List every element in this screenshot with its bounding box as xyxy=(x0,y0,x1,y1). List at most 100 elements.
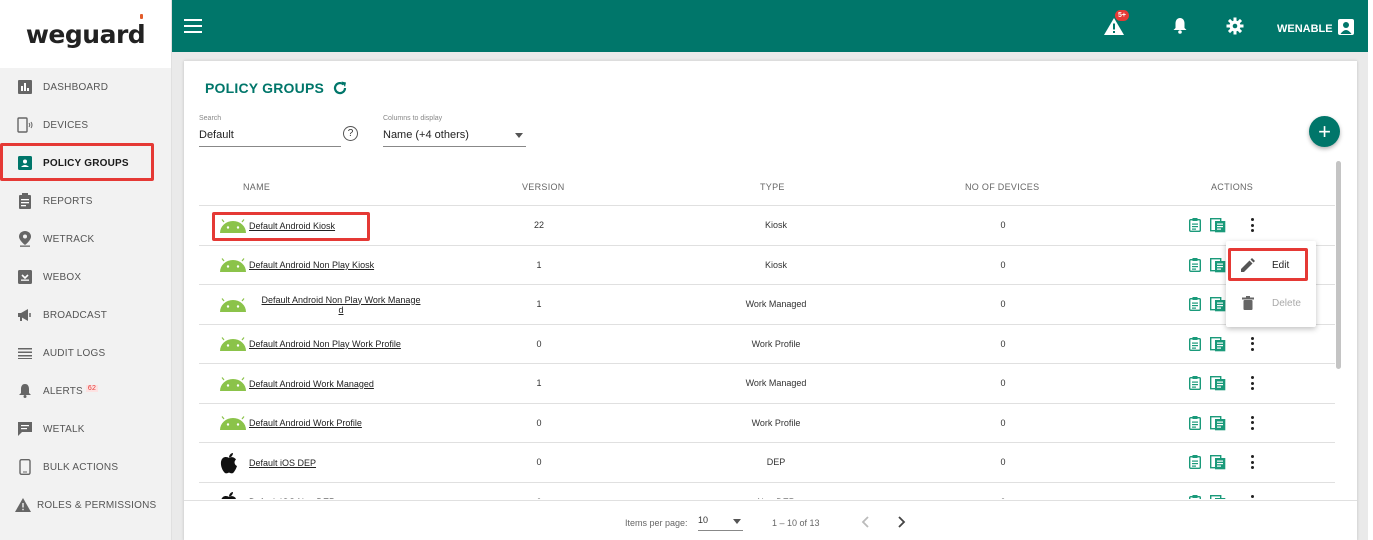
menu-toggle-icon[interactable] xyxy=(184,19,202,33)
columns-select[interactable]: Name (+4 others) xyxy=(383,127,526,147)
policy-group-name-link[interactable]: Default Android Work Profile xyxy=(249,418,362,428)
more-actions-icon[interactable] xyxy=(1250,336,1254,351)
pencil-icon xyxy=(1240,258,1256,272)
clone-policy-icon[interactable] xyxy=(1209,415,1226,436)
devices-cell: 0 xyxy=(1000,299,1006,310)
policy-group-name-link[interactable]: Default iOS Non DEP xyxy=(249,497,335,499)
alert-warning-icon[interactable]: 5+ xyxy=(1104,10,1129,36)
avatar-icon xyxy=(1337,19,1354,38)
type-cell: Work Managed xyxy=(745,299,807,310)
sidebar-item-alerts[interactable]: ALERTS 62 xyxy=(0,372,172,410)
sidebar-item-webox[interactable]: WEBOX xyxy=(0,258,172,296)
clone-policy-icon[interactable] xyxy=(1209,257,1226,278)
sidebar-item-devices[interactable]: DEVICES xyxy=(0,106,172,144)
sidebar-item-bulk-actions[interactable]: BULK ACTIONS xyxy=(0,448,172,486)
bell-icon xyxy=(17,383,33,399)
name-cell: Default iOS DEP xyxy=(219,443,316,482)
header-version[interactable]: VERSION xyxy=(522,182,565,192)
sidebar-item-label: WEBOX xyxy=(43,271,82,283)
clone-policy-icon[interactable] xyxy=(1209,494,1226,499)
version-cell: 1 xyxy=(536,299,542,310)
version-cell: 1 xyxy=(536,259,542,270)
view-details-icon[interactable] xyxy=(1188,297,1202,316)
view-details-icon[interactable] xyxy=(1188,218,1202,237)
devices-cell: 0 xyxy=(983,497,1023,499)
type-cell: Kiosk xyxy=(764,259,787,270)
header-type[interactable]: TYPE xyxy=(760,182,785,192)
clone-policy-icon[interactable] xyxy=(1209,375,1226,396)
table-header: NAME VERSION TYPE NO OF DEVICES ACTIONS xyxy=(199,166,1335,206)
sidebar-item-reports[interactable]: REPORTS xyxy=(0,182,172,220)
columns-label: Columns to display xyxy=(383,115,443,122)
policy-group-name-link[interactable]: Default Android Non Play Kiosk xyxy=(249,260,374,270)
clone-policy-icon[interactable] xyxy=(1209,336,1226,357)
sidebar-item-wetalk[interactable]: WETALK xyxy=(0,410,172,448)
sidebar-item-audit-logs[interactable]: AUDIT LOGS xyxy=(0,334,172,372)
header-devices[interactable]: NO OF DEVICES xyxy=(965,182,1039,192)
policy-group-name-link[interactable]: Default Android Non Play Work Manage d xyxy=(253,295,429,315)
view-details-icon[interactable] xyxy=(1188,455,1202,474)
view-details-icon[interactable] xyxy=(1188,257,1202,277)
name-cell: Default Android Kiosk xyxy=(219,206,335,245)
view-details-icon[interactable] xyxy=(1188,336,1202,356)
items-per-page-value: 10 xyxy=(698,515,709,525)
chat-icon xyxy=(17,421,33,437)
dashboard-icon xyxy=(17,79,33,95)
view-details-icon[interactable] xyxy=(1188,415,1202,435)
policy-group-name-link[interactable]: Default Android Work Managed xyxy=(249,379,374,389)
clone-policy-icon[interactable] xyxy=(1209,217,1226,238)
previous-page-button[interactable] xyxy=(859,515,873,529)
android-icon xyxy=(219,256,249,274)
more-actions-icon[interactable] xyxy=(1250,494,1254,500)
chevron-down-icon xyxy=(515,133,523,138)
sidebar-item-wetrack[interactable]: WETRACK xyxy=(0,220,172,258)
devices-cell: 0 xyxy=(1000,417,1006,428)
sidebar-item-policy-groups[interactable]: POLICY GROUPS xyxy=(0,144,172,182)
delete-menu-item[interactable]: Delete xyxy=(1226,284,1316,322)
settings-gear-icon[interactable] xyxy=(1225,16,1245,36)
type-cell: Work Managed xyxy=(745,378,807,389)
sidebar-item-broadcast[interactable]: BROADCAST xyxy=(0,296,172,334)
sidebar-item-label: ROLES & PERMISSIONS xyxy=(37,499,157,511)
clone-policy-icon[interactable] xyxy=(1209,296,1226,317)
android-icon xyxy=(219,335,249,353)
page-title: POLICY GROUPS xyxy=(205,80,325,96)
version-cell: 22 xyxy=(533,220,544,231)
policy-group-name-link[interactable]: Default Android Non Play Work Profile xyxy=(249,339,401,349)
clone-policy-icon[interactable] xyxy=(1209,454,1226,475)
sidebar-item-roles-permissions[interactable]: ROLES & PERMISSIONS xyxy=(0,486,172,524)
sidebar-item-dashboard[interactable]: DASHBOARD xyxy=(0,68,172,106)
user-menu[interactable]: WENABLE xyxy=(1277,19,1354,38)
refresh-icon[interactable] xyxy=(332,80,348,96)
name-line-2: d xyxy=(338,304,344,315)
paginator: Items per page: 10 1 – 10 of 13 xyxy=(184,500,1357,540)
view-details-icon[interactable] xyxy=(1188,376,1202,395)
more-actions-icon[interactable] xyxy=(1250,376,1254,390)
add-policy-group-button[interactable]: + xyxy=(1309,116,1340,147)
more-actions-icon[interactable] xyxy=(1250,415,1254,430)
alert-count-badge: 5+ xyxy=(1115,10,1129,21)
weguard-logo[interactable]: weguard xyxy=(0,0,171,68)
notifications-bell-icon[interactable] xyxy=(1170,16,1190,36)
devices-cell: 0 xyxy=(1000,220,1006,231)
policy-groups-icon xyxy=(17,155,33,171)
search-label: Search xyxy=(199,115,222,122)
search-help-icon[interactable]: ? xyxy=(343,126,358,141)
search-input[interactable]: Default xyxy=(199,127,341,147)
items-per-page-select[interactable]: 10 xyxy=(698,515,743,531)
top-bar: 5+ WENABLE xyxy=(172,0,1368,52)
type-cell: Work Profile xyxy=(751,417,801,428)
header-name[interactable]: NAME xyxy=(243,182,270,192)
more-actions-icon[interactable] xyxy=(1250,455,1254,469)
policy-groups-panel: POLICY GROUPS Search Default ? Columns t… xyxy=(184,60,1357,540)
android-icon xyxy=(219,414,249,432)
policy-group-name-link[interactable]: Default iOS DEP xyxy=(249,458,316,468)
more-actions-icon[interactable] xyxy=(1250,218,1254,232)
edit-label: Edit xyxy=(1272,259,1290,271)
android-icon xyxy=(219,296,249,314)
edit-menu-item[interactable]: Edit xyxy=(1226,246,1316,284)
table-scrollbar[interactable] xyxy=(1336,161,1341,369)
view-details-icon[interactable] xyxy=(1189,494,1201,499)
policy-group-name-link[interactable]: Default Android Kiosk xyxy=(249,221,335,231)
next-page-button[interactable] xyxy=(894,515,908,529)
